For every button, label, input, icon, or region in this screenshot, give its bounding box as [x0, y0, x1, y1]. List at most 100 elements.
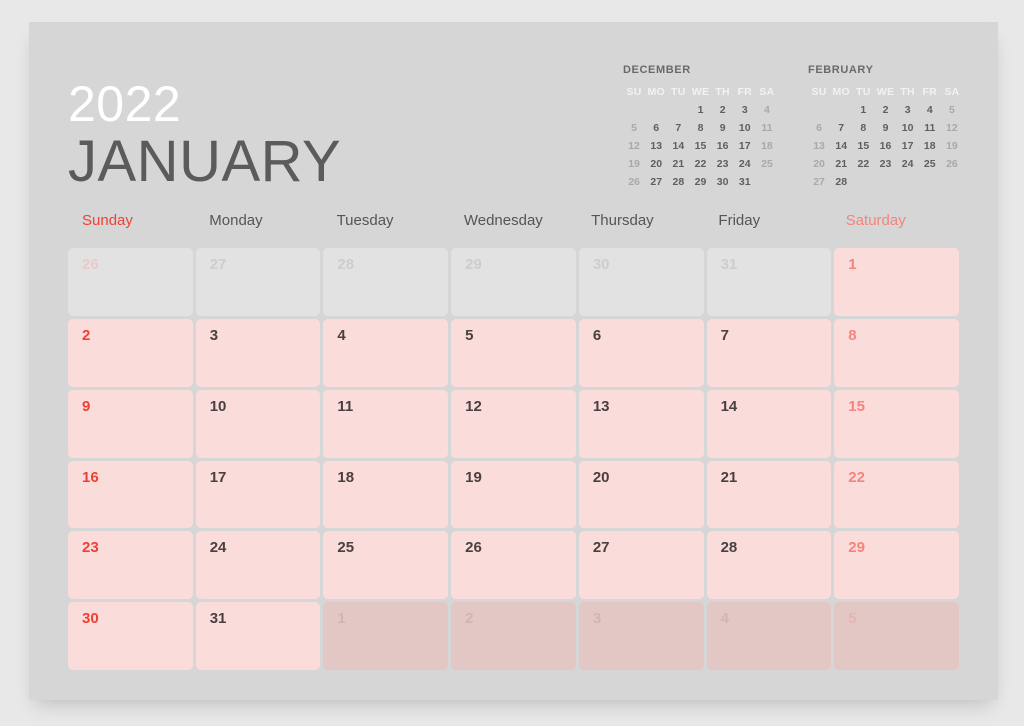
day-cell[interactable]: 3: [195, 318, 321, 387]
mini-calendar-day[interactable]: 2: [712, 105, 734, 116]
mini-calendar-day[interactable]: 28: [667, 177, 689, 188]
mini-calendar-day[interactable]: 13: [808, 141, 830, 152]
mini-calendar-day[interactable]: 25: [919, 159, 941, 170]
day-cell[interactable]: 12: [451, 389, 576, 458]
mini-calendar-day[interactable]: 6: [808, 123, 830, 134]
mini-calendar-day[interactable]: 23: [874, 159, 896, 170]
mini-calendar-day[interactable]: 24: [734, 159, 756, 170]
day-cell[interactable]: 27: [195, 248, 321, 316]
day-cell[interactable]: 30: [578, 248, 704, 316]
mini-calendar-day[interactable]: 26: [941, 159, 963, 170]
mini-calendar-day[interactable]: 6: [645, 123, 667, 134]
mini-calendar-day[interactable]: 11: [756, 123, 778, 134]
mini-calendar-day[interactable]: 20: [808, 159, 830, 170]
mini-calendar-day[interactable]: 22: [852, 159, 874, 170]
mini-calendar-day[interactable]: 12: [941, 123, 963, 134]
day-cell[interactable]: 3: [578, 602, 704, 670]
mini-calendar-day[interactable]: 1: [689, 105, 711, 116]
mini-calendar-day[interactable]: 26: [623, 177, 645, 188]
mini-calendar-day[interactable]: 17: [734, 141, 756, 152]
day-cell[interactable]: 20: [578, 460, 704, 529]
mini-calendar-day[interactable]: 5: [623, 123, 645, 134]
day-cell[interactable]: 31: [195, 602, 321, 670]
mini-calendar-day[interactable]: 13: [645, 141, 667, 152]
mini-calendar-day[interactable]: 16: [874, 141, 896, 152]
mini-calendar-day[interactable]: 15: [852, 141, 874, 152]
day-cell[interactable]: 1: [834, 248, 959, 316]
day-cell[interactable]: 2: [451, 602, 576, 670]
mini-calendar-day[interactable]: 21: [830, 159, 852, 170]
day-cell[interactable]: 22: [834, 460, 959, 529]
day-cell[interactable]: 5: [451, 318, 576, 387]
day-cell[interactable]: 5: [834, 602, 959, 670]
mini-calendar-day[interactable]: 27: [645, 177, 667, 188]
day-cell[interactable]: 6: [578, 318, 704, 387]
mini-calendar-day[interactable]: 10: [734, 123, 756, 134]
day-cell[interactable]: 31: [706, 248, 832, 316]
mini-calendar-day[interactable]: 25: [756, 159, 778, 170]
day-cell[interactable]: 9: [68, 389, 193, 458]
day-cell[interactable]: 28: [323, 248, 449, 316]
mini-calendar-day[interactable]: 14: [667, 141, 689, 152]
mini-calendar-day[interactable]: 19: [623, 159, 645, 170]
mini-calendar-day[interactable]: 14: [830, 141, 852, 152]
day-cell[interactable]: 4: [323, 318, 449, 387]
mini-calendar-day[interactable]: 2: [874, 105, 896, 116]
mini-calendar-day[interactable]: 18: [919, 141, 941, 152]
day-cell[interactable]: 25: [323, 531, 449, 600]
day-cell[interactable]: 1: [323, 602, 449, 670]
mini-calendar-day[interactable]: 27: [808, 177, 830, 188]
mini-calendar-day[interactable]: 29: [689, 177, 711, 188]
mini-calendar-day[interactable]: 4: [919, 105, 941, 116]
day-cell[interactable]: 7: [706, 318, 832, 387]
day-cell[interactable]: 4: [706, 602, 832, 670]
day-cell[interactable]: 26: [451, 531, 576, 600]
day-cell[interactable]: 17: [195, 460, 321, 529]
day-cell[interactable]: 23: [68, 531, 193, 600]
mini-calendar-day[interactable]: 17: [897, 141, 919, 152]
day-cell[interactable]: 15: [834, 389, 959, 458]
mini-calendar-day[interactable]: 21: [667, 159, 689, 170]
mini-calendar-day[interactable]: 4: [756, 105, 778, 116]
day-cell[interactable]: 13: [578, 389, 704, 458]
mini-calendar-day[interactable]: 3: [897, 105, 919, 116]
day-cell[interactable]: 27: [578, 531, 704, 600]
mini-calendar-day[interactable]: 7: [667, 123, 689, 134]
day-cell[interactable]: 30: [68, 602, 193, 670]
mini-calendar-day[interactable]: 24: [897, 159, 919, 170]
mini-calendar-day[interactable]: 15: [689, 141, 711, 152]
mini-calendar-february[interactable]: FEBRUARY SU MO TU WE TH FR SA 1 2 3 4 5 6 7 8 9 10 11 12 1…: [808, 64, 963, 188]
mini-calendar-day[interactable]: 8: [689, 123, 711, 134]
mini-calendar-day[interactable]: 1: [852, 105, 874, 116]
mini-calendar-day[interactable]: 20: [645, 159, 667, 170]
mini-calendar-day[interactable]: 18: [756, 141, 778, 152]
mini-calendar-day[interactable]: 9: [712, 123, 734, 134]
day-cell[interactable]: 24: [195, 531, 321, 600]
mini-calendar-day[interactable]: 23: [712, 159, 734, 170]
day-cell[interactable]: 2: [68, 318, 193, 387]
day-cell[interactable]: 18: [323, 460, 449, 529]
mini-calendar-day[interactable]: 12: [623, 141, 645, 152]
day-cell[interactable]: 19: [451, 460, 576, 529]
day-cell[interactable]: 14: [706, 389, 832, 458]
day-cell[interactable]: 28: [706, 531, 832, 600]
day-cell[interactable]: 21: [706, 460, 832, 529]
mini-calendar-day[interactable]: 9: [874, 123, 896, 134]
day-cell[interactable]: 29: [451, 248, 576, 316]
mini-calendar-day[interactable]: 7: [830, 123, 852, 134]
mini-calendar-day[interactable]: 30: [712, 177, 734, 188]
mini-calendar-december[interactable]: DECEMBER SU MO TU WE TH FR SA 1 2 3 4 5 6 7 8 9 10 11 12 1…: [623, 64, 778, 188]
day-cell[interactable]: 8: [834, 318, 959, 387]
day-cell[interactable]: 10: [195, 389, 321, 458]
mini-calendar-day[interactable]: 10: [897, 123, 919, 134]
day-cell[interactable]: 16: [68, 460, 193, 529]
mini-calendar-day[interactable]: 22: [689, 159, 711, 170]
mini-calendar-day[interactable]: 16: [712, 141, 734, 152]
day-cell[interactable]: 29: [834, 531, 959, 600]
mini-calendar-day[interactable]: 8: [852, 123, 874, 134]
mini-calendar-day[interactable]: 31: [734, 177, 756, 188]
mini-calendar-day[interactable]: 28: [830, 177, 852, 188]
day-cell[interactable]: 26: [68, 248, 193, 316]
mini-calendar-day[interactable]: 3: [734, 105, 756, 116]
mini-calendar-day[interactable]: 5: [941, 105, 963, 116]
